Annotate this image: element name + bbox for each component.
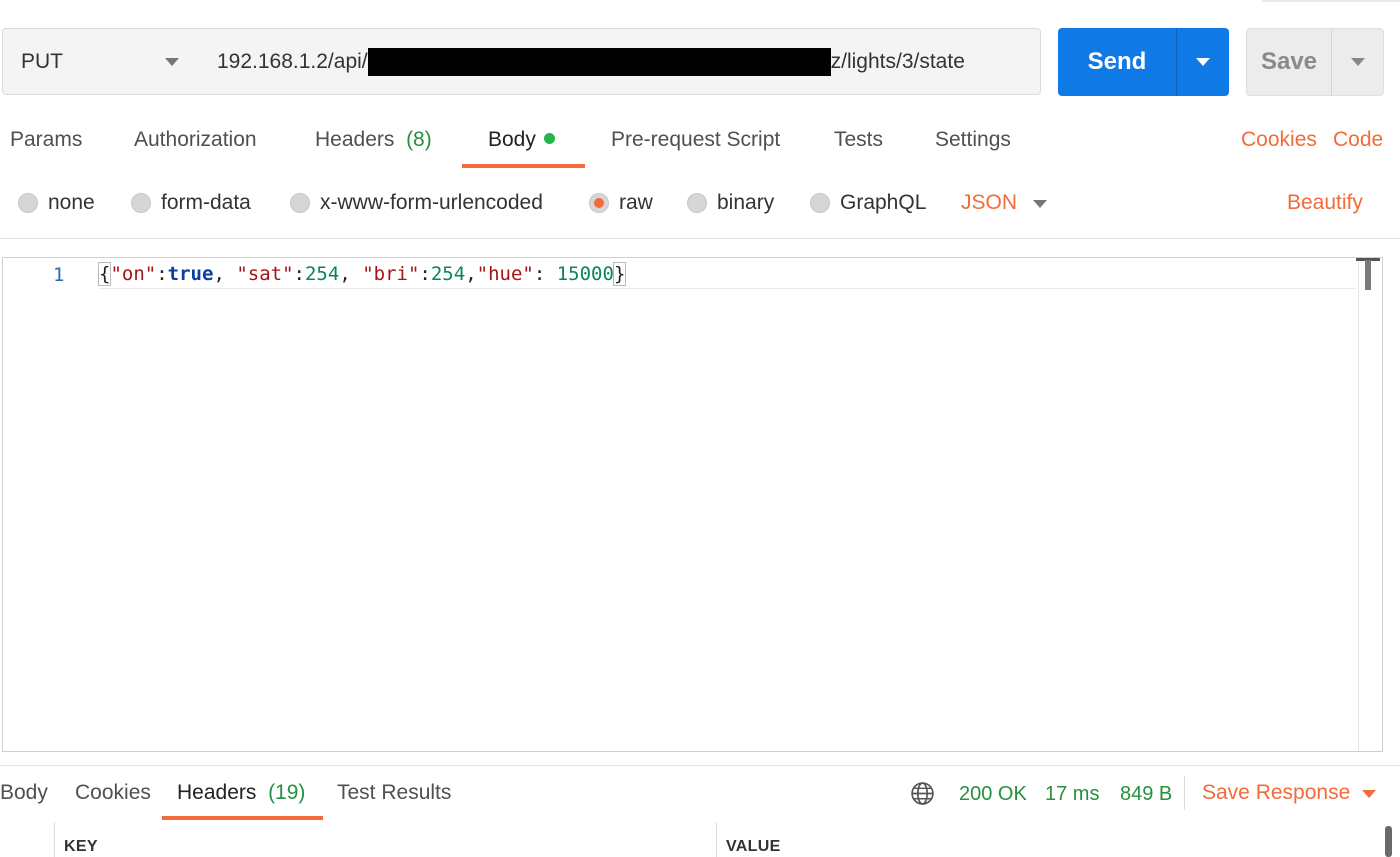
save-button-group: Save [1246, 28, 1384, 96]
divider [0, 238, 1400, 239]
redacted-api-key [367, 47, 831, 76]
code-token: : [156, 263, 168, 285]
beautify-link[interactable]: Beautify [1287, 191, 1363, 215]
code-token: , [213, 263, 237, 285]
code-editor[interactable]: 1 {"on":true, "sat":254, "bri":254,"hue"… [2, 257, 1383, 752]
active-response-tab-underline [162, 816, 323, 820]
body-type-radios: none form-data x-www-form-urlencoded raw… [0, 182, 1400, 226]
code-token: : [533, 263, 557, 285]
tab-pre-request-script[interactable]: Pre-request Script [611, 128, 780, 152]
send-options-button[interactable] [1176, 28, 1229, 96]
url-suffix: z/lights/3/state [830, 49, 965, 73]
code-token: true [167, 263, 214, 285]
table-column-border [716, 822, 717, 857]
response-tab-body[interactable]: Body [0, 781, 48, 805]
response-time[interactable]: 17 ms [1045, 783, 1099, 806]
tab-headers-label: Headers [315, 128, 395, 151]
code-token: , [339, 263, 363, 285]
radio-form-data[interactable]: form-data [131, 191, 251, 215]
code-token: { [97, 262, 112, 286]
send-button[interactable]: Send [1058, 28, 1176, 96]
save-options-button[interactable] [1331, 29, 1384, 95]
tab-body-label: Body [488, 128, 536, 151]
response-tab-headers-label: Headers [177, 781, 257, 804]
response-tab-headers[interactable]: Headers (19) [177, 781, 305, 805]
response-tab-test-results[interactable]: Test Results [337, 781, 451, 805]
tab-params[interactable]: Params [10, 128, 82, 152]
response-size[interactable]: 849 B [1120, 783, 1172, 806]
body-indicator-dot [543, 133, 555, 144]
divider [0, 765, 1400, 766]
column-header-value: VALUE [726, 838, 781, 855]
code-token: "sat" [236, 263, 294, 285]
url-prefix: 192.168.1.2/api/ [217, 49, 368, 73]
chevron-down-icon[interactable] [1033, 200, 1047, 208]
code-line[interactable]: {"on":true, "sat":254, "bri":254,"hue": … [97, 261, 1355, 289]
headers-count-badge: (8) [406, 128, 432, 151]
radio-label: binary [717, 191, 775, 214]
window-edge [1262, 0, 1400, 2]
radio-label: GraphQL [840, 191, 927, 214]
divider [1184, 776, 1185, 810]
chevron-down-icon [1351, 58, 1365, 66]
code-token: : [419, 263, 431, 285]
chevron-down-icon[interactable] [1362, 790, 1376, 798]
request-tabs: Params Authorization Headers (8) Body Pr… [0, 118, 1400, 170]
code-token: : [293, 263, 305, 285]
method-value: PUT [21, 49, 63, 73]
line-number: 1 [53, 264, 65, 286]
code-token: "hue" [476, 263, 534, 285]
tab-body[interactable]: Body [488, 128, 555, 152]
active-tab-underline [462, 164, 585, 168]
tab-headers[interactable]: Headers (8) [315, 128, 432, 152]
radio-graphql[interactable]: GraphQL [810, 191, 926, 215]
chevron-down-icon [1196, 58, 1210, 66]
send-button-group: Send [1058, 28, 1229, 96]
table-column-border [54, 822, 55, 857]
scrollbar-thumb[interactable] [1385, 826, 1392, 857]
radio-circle [131, 193, 151, 213]
radio-label: raw [619, 191, 653, 214]
tab-authorization[interactable]: Authorization [134, 128, 257, 152]
save-button[interactable]: Save [1247, 29, 1331, 95]
chevron-down-icon [165, 58, 179, 66]
radio-circle-selected [589, 193, 609, 213]
save-response-button[interactable]: Save Response [1202, 781, 1350, 805]
globe-icon[interactable] [910, 781, 935, 806]
code-link[interactable]: Code [1333, 128, 1383, 152]
code-token: , [465, 263, 477, 285]
radio-x-www-form-urlencoded[interactable]: x-www-form-urlencoded [290, 191, 543, 215]
tab-tests[interactable]: Tests [834, 128, 883, 152]
response-headers-count: (19) [268, 781, 306, 804]
tab-settings[interactable]: Settings [935, 128, 1011, 152]
response-tab-cookies[interactable]: Cookies [75, 781, 151, 805]
radio-raw[interactable]: raw [589, 191, 653, 215]
code-token: 254 [304, 263, 340, 285]
cookies-link[interactable]: Cookies [1241, 128, 1317, 152]
code-token: "on" [110, 263, 157, 285]
code-token: 15000 [556, 263, 614, 285]
scrollbar-thumb[interactable] [1365, 260, 1371, 290]
method-select[interactable]: PUT [2, 28, 200, 95]
code-token: 254 [430, 263, 466, 285]
code-token: } [612, 262, 627, 286]
url-input[interactable]: 192.168.1.2/api/z/lights/3/state [199, 28, 1041, 95]
radio-binary[interactable]: binary [687, 191, 774, 215]
radio-circle [18, 193, 38, 213]
radio-circle [687, 193, 707, 213]
radio-circle [810, 193, 830, 213]
scrollbar-track [1358, 258, 1359, 751]
format-select[interactable]: JSON [961, 191, 1017, 215]
column-header-key: KEY [64, 838, 98, 855]
radio-circle [290, 193, 310, 213]
radio-none[interactable]: none [18, 191, 95, 215]
radio-label: x-www-form-urlencoded [320, 191, 543, 214]
code-token: "bri" [362, 263, 420, 285]
radio-label: form-data [161, 191, 251, 214]
radio-label: none [48, 191, 95, 214]
status-code[interactable]: 200 OK [959, 783, 1027, 806]
